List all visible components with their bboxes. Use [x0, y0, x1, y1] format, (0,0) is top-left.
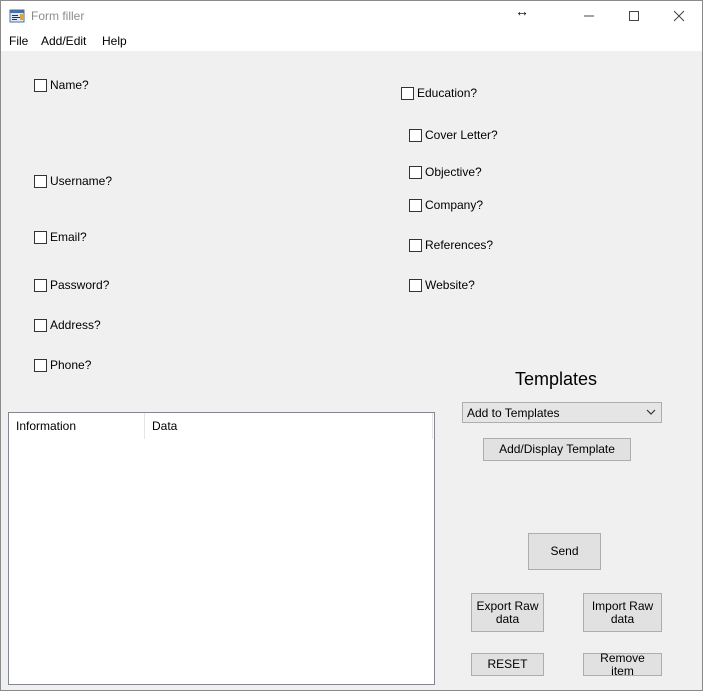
company-checkbox[interactable]: Company?: [409, 197, 483, 213]
menu-add-edit[interactable]: Add/Edit: [41, 34, 86, 48]
objective-checkbox[interactable]: Objective?: [409, 164, 482, 180]
import-raw-data-button[interactable]: Import Raw data: [583, 593, 662, 632]
maximize-button[interactable]: [611, 1, 657, 31]
checkbox-box[interactable]: [34, 358, 47, 372]
listview-header: Information Data: [9, 413, 434, 439]
reset-button[interactable]: RESET: [471, 653, 544, 676]
templates-heading: Templates: [514, 369, 598, 389]
checkbox-label: Objective?: [425, 165, 482, 179]
username-checkbox[interactable]: Username?: [34, 173, 112, 189]
checkbox-box[interactable]: [409, 198, 422, 212]
checkbox-label: Name?: [50, 78, 89, 92]
phone-checkbox[interactable]: Phone?: [34, 357, 91, 373]
checkbox-box[interactable]: [409, 238, 422, 252]
column-header-information[interactable]: Information: [9, 413, 145, 439]
title-bar[interactable]: Form filler ↔: [1, 1, 702, 31]
checkbox-box[interactable]: [34, 174, 47, 188]
minimize-button[interactable]: [566, 1, 612, 31]
checkbox-label: Website?: [425, 278, 475, 292]
menu-help[interactable]: Help: [102, 34, 127, 48]
checkbox-box[interactable]: [34, 78, 47, 92]
close-button[interactable]: [656, 1, 702, 31]
checkbox-label: Education?: [417, 86, 478, 100]
checkbox-box[interactable]: [409, 278, 422, 292]
references-checkbox[interactable]: References?: [409, 237, 493, 253]
export-raw-data-button[interactable]: Export Raw data: [471, 593, 544, 632]
password-checkbox[interactable]: Password?: [34, 277, 109, 293]
checkbox-box[interactable]: [401, 86, 414, 100]
address-checkbox[interactable]: Address?: [34, 317, 101, 333]
minimize-icon: [584, 15, 594, 17]
checkbox-label: Email?: [50, 230, 87, 244]
checkbox-label: Password?: [50, 278, 110, 292]
templates-combobox[interactable]: Add to Templates: [462, 402, 662, 423]
website-checkbox[interactable]: Website?: [409, 277, 475, 293]
add-display-template-button[interactable]: Add/Display Template: [483, 438, 631, 461]
chevron-down-icon[interactable]: [645, 405, 657, 419]
menu-file[interactable]: File: [9, 34, 28, 48]
column-header-data[interactable]: Data: [145, 413, 433, 439]
checkbox-label: Address?: [50, 318, 101, 332]
checkbox-box[interactable]: [34, 318, 47, 332]
checkbox-box[interactable]: [34, 230, 47, 244]
app-icon: [9, 9, 25, 23]
checkbox-box[interactable]: [34, 278, 47, 292]
send-button[interactable]: Send: [528, 533, 601, 570]
education-checkbox[interactable]: Education?: [401, 85, 477, 101]
checkbox-label: Username?: [50, 174, 113, 188]
form-filler-window: Form filler ↔ File Add/Edit Help Name? U…: [0, 0, 703, 691]
checkbox-box[interactable]: [409, 128, 422, 142]
combobox-value: Add to Templates: [467, 406, 560, 420]
data-listview[interactable]: Information Data: [8, 412, 435, 685]
email-checkbox[interactable]: Email?: [34, 229, 87, 245]
window-title: Form filler: [31, 9, 85, 23]
checkbox-box[interactable]: [409, 165, 422, 179]
checkbox-label: Company?: [425, 198, 484, 212]
name-checkbox[interactable]: Name?: [34, 77, 89, 93]
maximize-icon: [629, 11, 639, 21]
cover-letter-checkbox[interactable]: Cover Letter?: [409, 127, 498, 143]
resize-cursor-icon: ↔: [515, 3, 529, 19]
checkbox-label: Cover Letter?: [425, 128, 498, 142]
checkbox-label: Phone?: [50, 358, 92, 372]
menu-bar: File Add/Edit Help: [1, 31, 702, 51]
close-icon: [673, 10, 685, 22]
checkbox-label: References?: [425, 238, 494, 252]
remove-item-button[interactable]: Remove item: [583, 651, 662, 677]
